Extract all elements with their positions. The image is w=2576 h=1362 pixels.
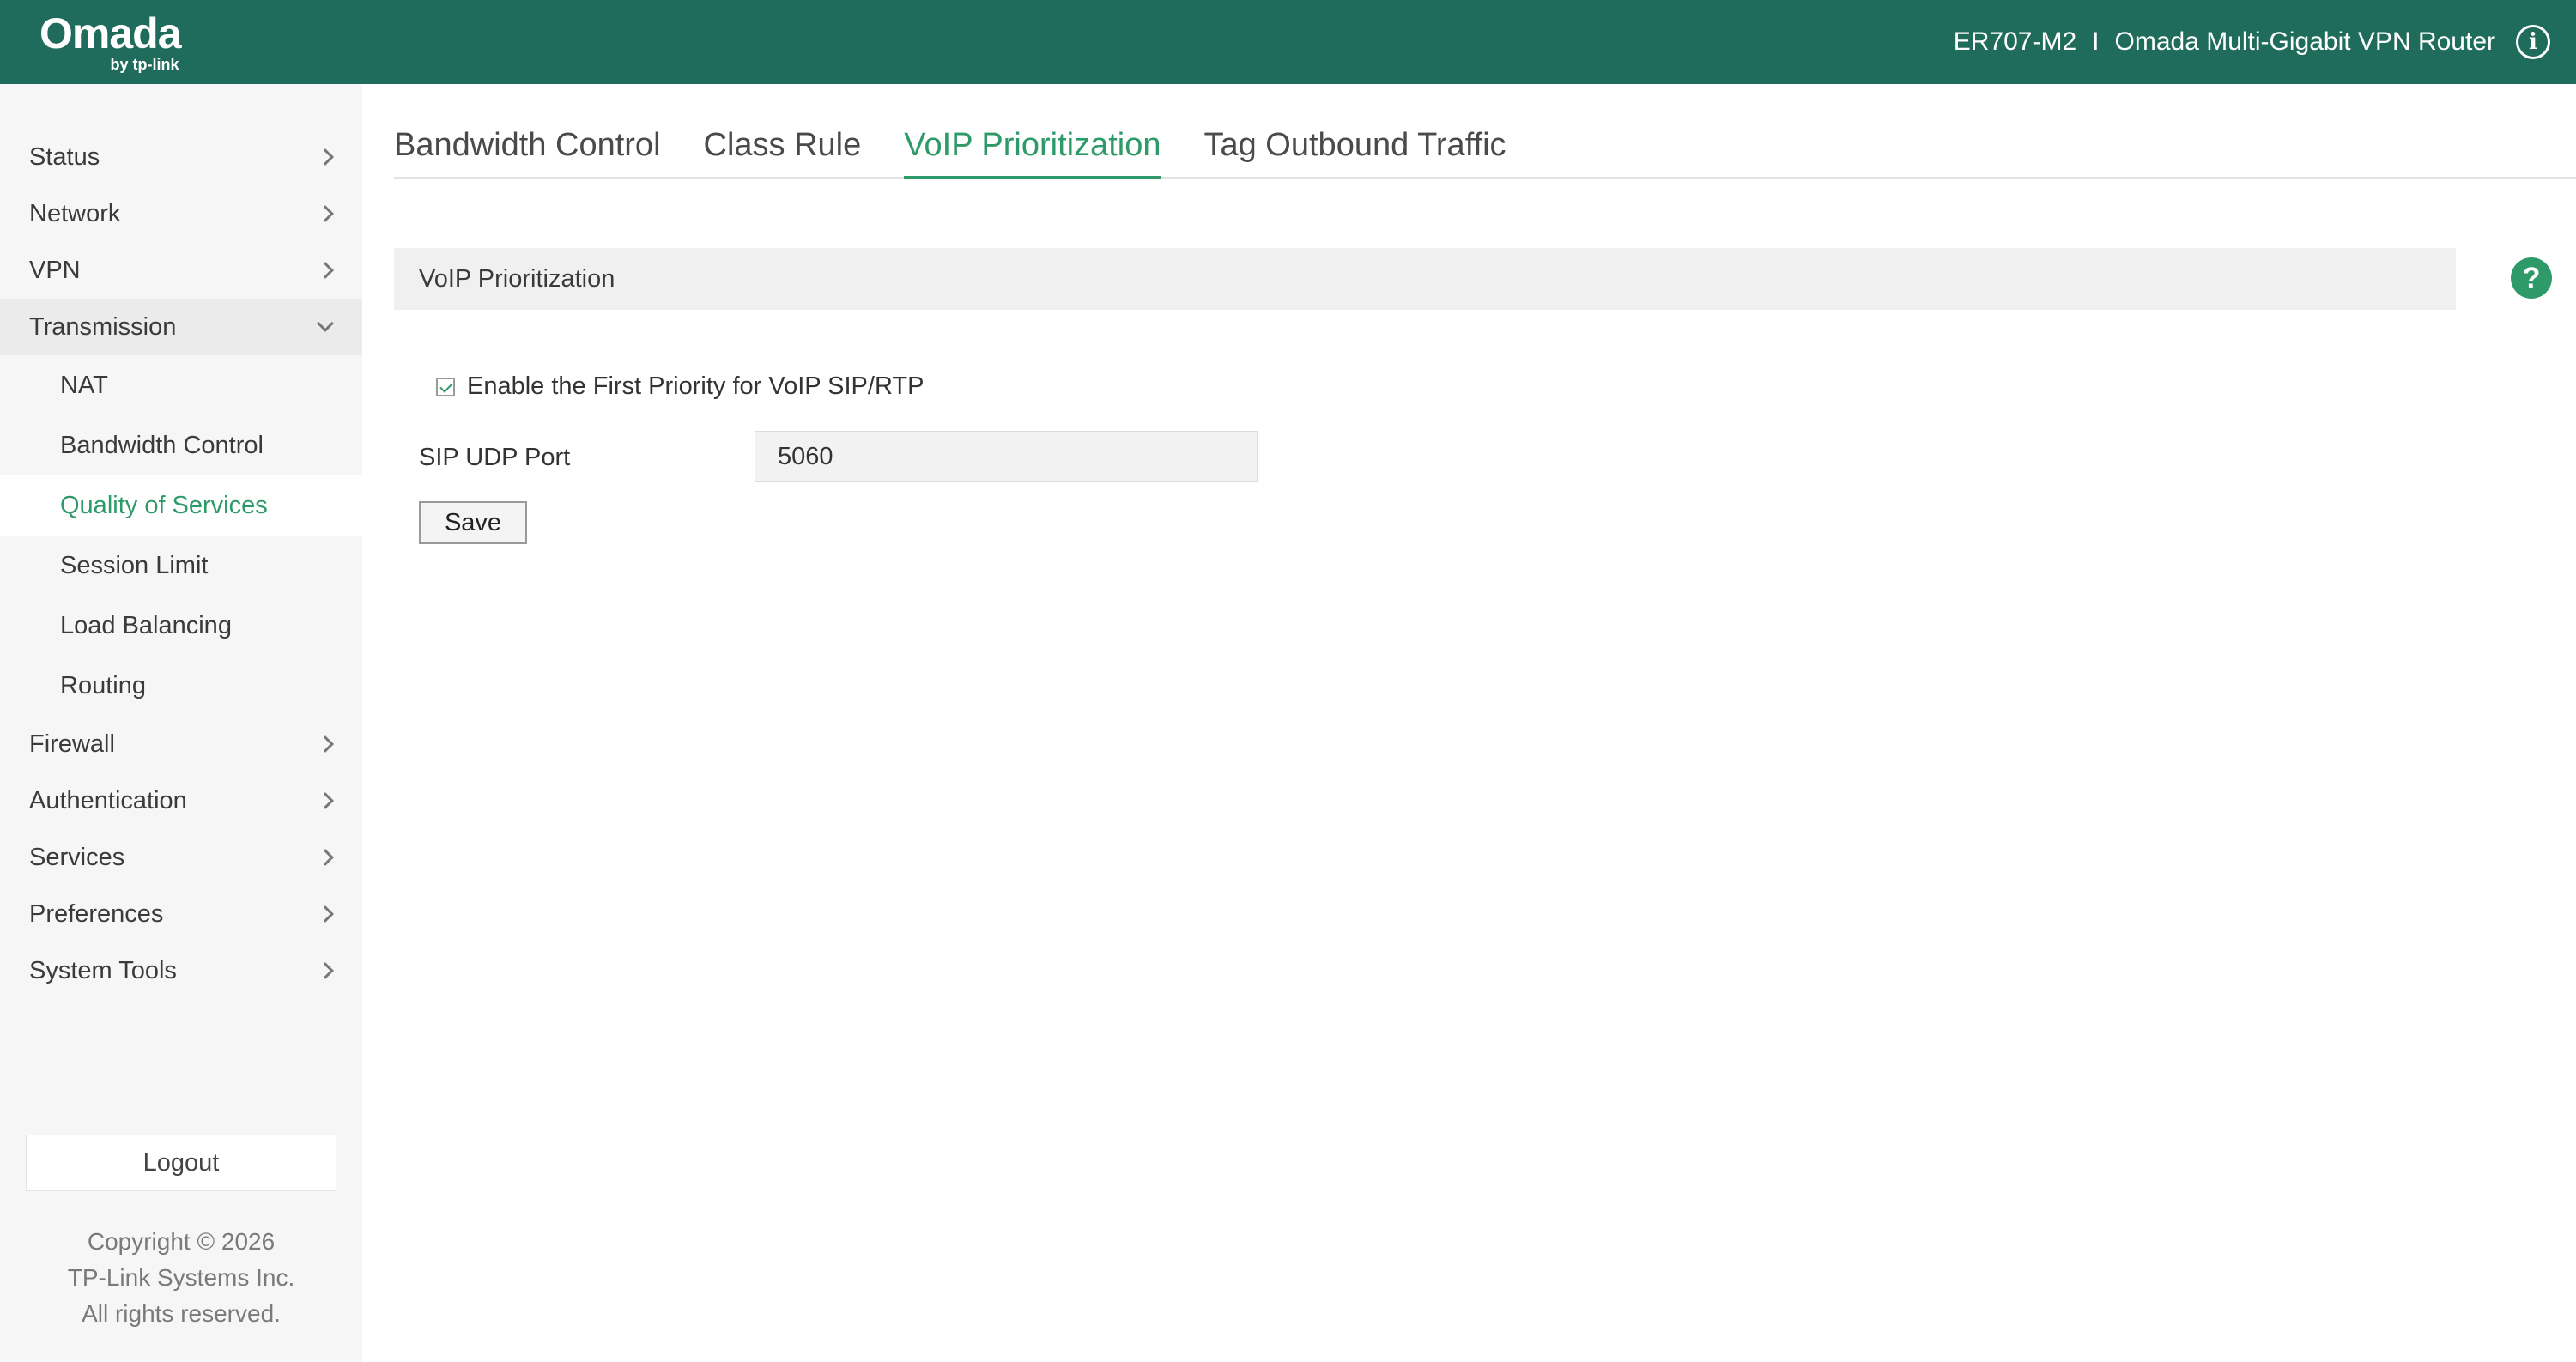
tab-bar: Bandwidth Control Class Rule VoIP Priori… [394, 120, 2576, 179]
sidebar-subitem-quality-of-services[interactable]: Quality of Services [0, 475, 362, 536]
tab-class-rule[interactable]: Class Rule [704, 120, 862, 179]
sidebar-nav: Status Network VPN Transmission NAT Band… [0, 129, 362, 999]
sidebar-subitem-bandwidth-control[interactable]: Bandwidth Control [0, 415, 362, 475]
logout-button[interactable]: Logout [26, 1135, 336, 1191]
chevron-right-icon [317, 148, 334, 166]
chevron-right-icon [317, 262, 334, 279]
chevron-right-icon [317, 205, 334, 222]
sidebar-item-label: Authentication [29, 786, 187, 814]
enable-voip-priority-row: Enable the First Priority for VoIP SIP/R… [436, 372, 924, 401]
chevron-right-icon [317, 735, 334, 753]
chevron-right-icon [317, 962, 334, 979]
sidebar-item-vpn[interactable]: VPN [0, 242, 362, 299]
sidebar-item-label: Transmission [29, 312, 177, 341]
sip-udp-port-input[interactable] [755, 431, 1258, 482]
info-icon[interactable]: i [2516, 25, 2550, 59]
enable-voip-priority-checkbox[interactable] [436, 377, 455, 396]
sidebar-item-label: VPN [29, 256, 81, 284]
sidebar-item-services[interactable]: Services [0, 829, 362, 886]
logo-subtext: by tp-link [110, 56, 179, 73]
sidebar-subitem-load-balancing[interactable]: Load Balancing [0, 596, 362, 656]
save-button[interactable]: Save [419, 501, 527, 544]
top-header: Omada by tp-link ER707-M2 I Omada Multi-… [0, 0, 2576, 84]
sidebar-item-status[interactable]: Status [0, 129, 362, 185]
enable-voip-priority-label: Enable the First Priority for VoIP SIP/R… [467, 372, 924, 400]
tab-tag-outbound-traffic[interactable]: Tag Outbound Traffic [1203, 120, 1506, 179]
device-info: ER707-M2 I Omada Multi-Gigabit VPN Route… [1954, 25, 2550, 59]
header-separator: I [2092, 27, 2100, 56]
sip-udp-port-label: SIP UDP Port [419, 444, 571, 471]
chevron-right-icon [317, 792, 334, 809]
sidebar-subitem-session-limit[interactable]: Session Limit [0, 536, 362, 596]
device-model: ER707-M2 [1953, 27, 2077, 56]
sidebar-item-label: Status [29, 142, 100, 171]
sidebar-item-label: Firewall [29, 729, 115, 758]
chevron-right-icon [317, 905, 334, 923]
tab-bandwidth-control[interactable]: Bandwidth Control [394, 120, 661, 179]
copyright-line: Copyright © 2026 [87, 1228, 276, 1255]
sidebar: Status Network VPN Transmission NAT Band… [0, 84, 362, 1362]
copyright-text: Copyright © 2026 TP-Link Systems Inc. Al… [0, 1224, 362, 1332]
sidebar-item-label: Network [29, 199, 121, 227]
sidebar-item-transmission[interactable]: Transmission [0, 299, 362, 355]
section-title: VoIP Prioritization [394, 248, 2456, 310]
chevron-right-icon [317, 849, 334, 866]
sidebar-subitem-routing[interactable]: Routing [0, 656, 362, 716]
help-icon[interactable]: ? [2511, 257, 2552, 299]
sidebar-item-label: System Tools [29, 956, 177, 984]
sidebar-item-label: Preferences [29, 899, 164, 928]
sidebar-subitem-nat[interactable]: NAT [0, 355, 362, 415]
copyright-line: All rights reserved. [82, 1300, 281, 1327]
sidebar-item-preferences[interactable]: Preferences [0, 886, 362, 942]
sidebar-item-system-tools[interactable]: System Tools [0, 942, 362, 999]
device-product-name: Omada Multi-Gigabit VPN Router [2114, 27, 2496, 56]
sidebar-item-network[interactable]: Network [0, 185, 362, 242]
sidebar-item-label: Services [29, 843, 125, 871]
omada-logo[interactable]: Omada by tp-link [39, 9, 182, 73]
chevron-down-icon [317, 315, 334, 332]
sidebar-item-firewall[interactable]: Firewall [0, 716, 362, 772]
copyright-line: TP-Link Systems Inc. [67, 1264, 295, 1291]
sidebar-item-authentication[interactable]: Authentication [0, 772, 362, 829]
logo-text: Omada [39, 9, 182, 58]
tab-voip-prioritization[interactable]: VoIP Prioritization [904, 120, 1161, 179]
